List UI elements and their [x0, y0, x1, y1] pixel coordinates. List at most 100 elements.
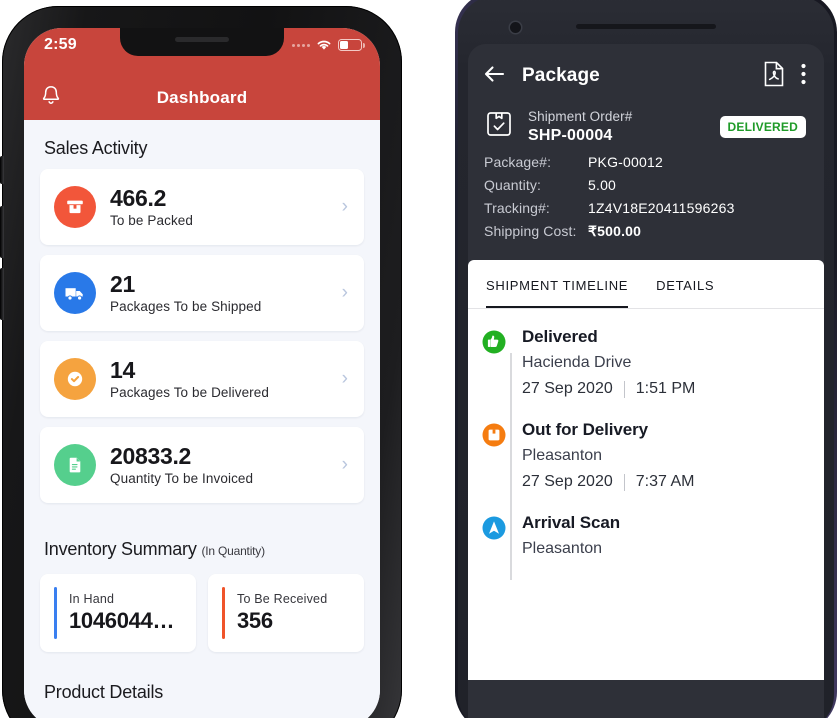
chevron-right-icon[interactable]: ›	[342, 196, 350, 218]
tab-shipment-timeline[interactable]: SHIPMENT TIMELINE	[486, 260, 629, 308]
field-row-tracking: Tracking#: 1Z4V18E20411596263	[482, 193, 810, 216]
check-circle-icon	[54, 358, 96, 400]
kebab-menu-icon[interactable]	[801, 63, 806, 90]
card-value: 20833.2	[110, 442, 192, 469]
card-label: To be Packed	[110, 213, 194, 229]
shipment-timeline-list: Delivered Hacienda Drive 27 Sep 2020 1:5…	[468, 309, 824, 580]
tab-bar: SHIPMENT TIMELINE DETAILS	[468, 260, 824, 309]
delivery-truck-icon	[54, 272, 96, 314]
left-phone-screen: 2:59 Dashboard Sales Activity 466.2 To b…	[24, 28, 380, 718]
card-value: 14	[110, 356, 135, 383]
timeline-item-body: Arrival Scan Pleasanton	[520, 513, 620, 558]
shipment-order-row: Shipment Order# SHP-00004 DELIVERED	[482, 96, 810, 147]
shipment-order-text: Shipment Order# SHP-00004	[514, 108, 720, 145]
sales-activity-card-to-be-shipped[interactable]: 21 Packages To be Shipped ›	[40, 255, 364, 331]
package-box-icon	[54, 186, 96, 228]
inventory-summary-subtitle: (In Quantity)	[201, 544, 265, 558]
chevron-right-icon[interactable]: ›	[342, 282, 350, 304]
page-title: Package	[522, 65, 600, 86]
inventory-card-value: 356	[237, 608, 273, 633]
document-icon	[54, 444, 96, 486]
timeline-time: 7:37 AM	[635, 473, 695, 490]
inventory-card-to-be-received[interactable]: To Be Received 356	[208, 574, 364, 652]
package-detail-sheet: SHIPMENT TIMELINE DETAILS Delivered Haci…	[468, 260, 824, 680]
timeline-item-arrival-scan[interactable]: Arrival Scan Pleasanton	[468, 513, 824, 580]
timeline-item-out-for-delivery[interactable]: Out for Delivery Pleasanton 27 Sep 2020 …	[468, 420, 824, 513]
field-value: 1Z4V18E20411596263	[588, 200, 735, 216]
front-camera-icon	[510, 22, 521, 33]
shipment-order-label: Shipment Order#	[528, 109, 633, 124]
card-label: Packages To be Delivered	[110, 385, 269, 401]
timeline-place: Hacienda Drive	[522, 354, 632, 371]
battery-icon	[338, 39, 365, 51]
ios-volume-up-button[interactable]	[0, 206, 4, 258]
chevron-right-icon[interactable]: ›	[342, 368, 350, 390]
field-value: 5.00	[588, 177, 617, 193]
sales-activity-card-to-be-packed[interactable]: 466.2 To be Packed ›	[40, 169, 364, 245]
screenshot-stage: 2:59 Dashboard Sales Activity 466.2 To b…	[0, 0, 838, 718]
shipment-box-check-icon	[484, 109, 514, 144]
bell-icon[interactable]	[40, 84, 62, 113]
left-phone-device: 2:59 Dashboard Sales Activity 466.2 To b…	[0, 6, 402, 718]
field-key: Package#:	[484, 154, 552, 170]
timeline-when: 27 Sep 2020 7:37 AM	[522, 473, 694, 491]
card-label: Packages To be Shipped	[110, 299, 262, 315]
wifi-icon	[316, 39, 332, 51]
package-header: Package Shipment Order# SHP-00004 DELIVE…	[468, 44, 824, 244]
sales-activity-card-to-be-invoiced[interactable]: 20833.2 Quantity To be Invoiced ›	[40, 427, 364, 503]
right-phone-screen: Package Shipment Order# SHP-00004 DELIVE…	[468, 44, 824, 718]
navigation-arrow-icon	[468, 513, 520, 558]
inventory-summary-cards: In Hand 1046044… To Be Received 356	[24, 570, 380, 652]
inventory-card-in-hand[interactable]: In Hand 1046044…	[40, 574, 196, 652]
right-phone-device: Package Shipment Order# SHP-00004 DELIVE…	[455, 0, 837, 718]
timeline-title: Delivered	[522, 327, 598, 346]
timeline-place: Pleasanton	[522, 447, 603, 464]
divider	[623, 473, 625, 491]
timeline-place: Pleasanton	[522, 540, 603, 557]
status-badge: DELIVERED	[719, 115, 806, 138]
tab-details[interactable]: DETAILS	[656, 260, 714, 308]
status-bar-indicators	[292, 36, 365, 51]
pdf-file-icon[interactable]	[763, 61, 785, 92]
timeline-date: 27 Sep 2020	[522, 380, 613, 397]
ios-volume-down-button[interactable]	[0, 268, 4, 320]
inventory-summary-title: Inventory Summary	[44, 539, 197, 559]
timeline-item-delivered[interactable]: Delivered Hacienda Drive 27 Sep 2020 1:5…	[468, 327, 824, 420]
sales-activity-heading: Sales Activity	[44, 138, 148, 158]
earpiece-speaker	[175, 37, 229, 42]
sales-activity-card-to-be-delivered[interactable]: 14 Packages To be Delivered ›	[40, 341, 364, 417]
ios-notch	[120, 28, 284, 56]
inventory-card-label: In Hand	[69, 592, 115, 606]
inventory-card-label: To Be Received	[237, 592, 328, 606]
ios-nav-bar: Dashboard	[24, 76, 380, 120]
app-bar: Package	[482, 56, 810, 96]
timeline-title: Arrival Scan	[522, 513, 621, 532]
status-bar-time: 2:59	[44, 36, 77, 53]
ios-mute-switch[interactable]	[0, 156, 4, 184]
timeline-item-body: Delivered Hacienda Drive 27 Sep 2020 1:5…	[520, 327, 695, 398]
page-title: Dashboard	[156, 88, 248, 107]
inventory-card-value: 1046044…	[69, 608, 175, 633]
shipment-order-number: SHP-00004	[528, 127, 613, 144]
timeline-when: 27 Sep 2020 1:51 PM	[522, 380, 695, 398]
arrow-left-icon[interactable]	[482, 64, 508, 89]
card-value: 21	[110, 270, 135, 297]
timeline-date: 27 Sep 2020	[522, 473, 613, 490]
app-bar-actions	[763, 61, 810, 92]
field-row-quantity: Quantity: 5.00	[482, 170, 810, 193]
ios-status-bar: 2:59	[24, 28, 380, 76]
timeline-item-body: Out for Delivery Pleasanton 27 Sep 2020 …	[520, 420, 694, 491]
chevron-right-icon[interactable]: ›	[342, 454, 350, 476]
product-details-heading: Product Details	[44, 682, 164, 702]
timeline-title: Out for Delivery	[522, 420, 648, 439]
field-key: Quantity:	[484, 177, 541, 193]
dashboard-scroll-body[interactable]: Sales Activity 466.2 To be Packed › 21 P…	[24, 120, 380, 718]
timeline-time: 1:51 PM	[635, 380, 696, 397]
field-row-shipping-cost: Shipping Cost: ₹500.00	[482, 216, 810, 244]
field-value: ₹500.00	[588, 223, 642, 239]
divider	[623, 380, 625, 398]
signal-dots-icon	[292, 43, 310, 47]
field-row-package: Package#: PKG-00012	[482, 147, 810, 170]
card-label: Quantity To be Invoiced	[110, 471, 254, 487]
field-key: Shipping Cost:	[484, 223, 577, 239]
